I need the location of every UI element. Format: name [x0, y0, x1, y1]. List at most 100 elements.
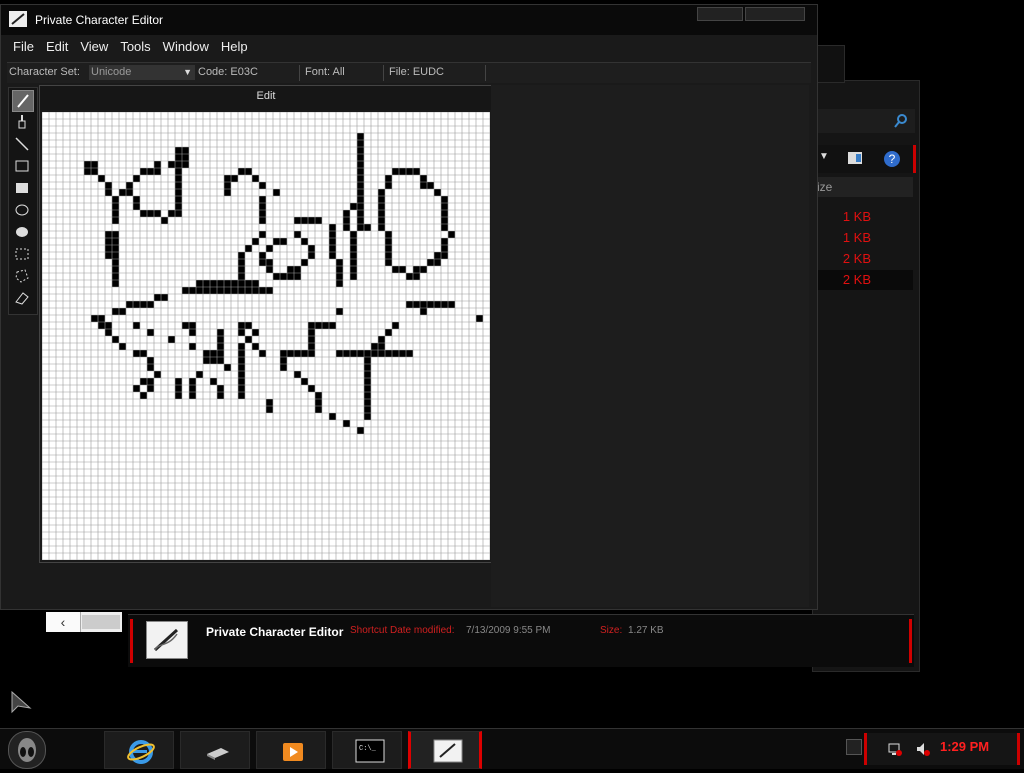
filled-pixel[interactable] — [413, 273, 420, 280]
filled-pixel[interactable] — [196, 280, 203, 287]
filled-pixel[interactable] — [126, 301, 133, 308]
filled-pixel[interactable] — [175, 385, 182, 392]
filled-pixel[interactable] — [266, 287, 273, 294]
filled-pixel[interactable] — [154, 168, 161, 175]
filled-pixel[interactable] — [189, 378, 196, 385]
filled-pixel[interactable] — [392, 266, 399, 273]
filled-pixel[interactable] — [252, 343, 259, 350]
title-bar[interactable]: Private Character Editor — [1, 5, 817, 35]
filled-pixel[interactable] — [259, 287, 266, 294]
menu-help[interactable]: Help — [215, 35, 254, 59]
character-set-select[interactable]: Unicode ▼ — [89, 65, 195, 80]
filled-pixel[interactable] — [350, 259, 357, 266]
brush-icon[interactable] — [12, 112, 32, 132]
filled-pixel[interactable] — [238, 385, 245, 392]
filled-pixel[interactable] — [441, 224, 448, 231]
filled-pixel[interactable] — [287, 273, 294, 280]
filled-pixel[interactable] — [434, 252, 441, 259]
filled-pixel[interactable] — [175, 203, 182, 210]
filled-pixel[interactable] — [336, 266, 343, 273]
filled-pixel[interactable] — [154, 371, 161, 378]
filled-pixel[interactable] — [259, 252, 266, 259]
filled-pixel[interactable] — [378, 217, 385, 224]
filled-pixel[interactable] — [287, 266, 294, 273]
filled-pixel[interactable] — [161, 294, 168, 301]
filled-pixel[interactable] — [154, 210, 161, 217]
filled-pixel[interactable] — [329, 252, 336, 259]
filled-pixel[interactable] — [294, 231, 301, 238]
filled-pixel[interactable] — [329, 245, 336, 252]
filled-pixel[interactable] — [112, 259, 119, 266]
taskbar-window-switcher[interactable] — [180, 731, 250, 769]
filled-pixel[interactable] — [357, 224, 364, 231]
filled-pixel[interactable] — [357, 168, 364, 175]
filled-pixel[interactable] — [350, 273, 357, 280]
filled-pixel[interactable] — [112, 245, 119, 252]
filled-pixel[interactable] — [217, 329, 224, 336]
filled-pixel[interactable] — [448, 231, 455, 238]
filled-pixel[interactable] — [308, 350, 315, 357]
filled-pixel[interactable] — [98, 322, 105, 329]
filled-pixel[interactable] — [434, 301, 441, 308]
filled-pixel[interactable] — [182, 161, 189, 168]
filled-pixel[interactable] — [168, 210, 175, 217]
filled-pixel[interactable] — [252, 287, 259, 294]
filled-pixel[interactable] — [147, 210, 154, 217]
filled-pixel[interactable] — [189, 385, 196, 392]
filled-pixel[interactable] — [301, 259, 308, 266]
filled-pixel[interactable] — [350, 252, 357, 259]
filled-pixel[interactable] — [140, 301, 147, 308]
filled-pixel[interactable] — [280, 364, 287, 371]
filled-pixel[interactable] — [301, 238, 308, 245]
filled-pixel[interactable] — [112, 238, 119, 245]
filled-pixel[interactable] — [252, 175, 259, 182]
filled-pixel[interactable] — [147, 378, 154, 385]
filled-pixel[interactable] — [259, 350, 266, 357]
filled-pixel[interactable] — [105, 329, 112, 336]
filled-pixel[interactable] — [287, 350, 294, 357]
filled-pixel[interactable] — [420, 266, 427, 273]
filled-pixel[interactable] — [133, 175, 140, 182]
filled-pixel[interactable] — [91, 161, 98, 168]
menu-edit[interactable]: Edit — [40, 35, 74, 59]
filled-pixel[interactable] — [182, 287, 189, 294]
filled-pixel[interactable] — [112, 280, 119, 287]
filled-pixel[interactable] — [378, 189, 385, 196]
filled-pixel[interactable] — [126, 182, 133, 189]
filled-pixel[interactable] — [147, 385, 154, 392]
filled-pixel[interactable] — [119, 343, 126, 350]
filled-pixel[interactable] — [189, 287, 196, 294]
character-grid[interactable] — [42, 112, 490, 560]
start-button[interactable] — [8, 731, 46, 769]
filled-pixel[interactable] — [133, 301, 140, 308]
filled-pixel[interactable] — [280, 350, 287, 357]
filled-pixel[interactable] — [441, 210, 448, 217]
filled-pixel[interactable] — [378, 343, 385, 350]
filled-pixel[interactable] — [105, 182, 112, 189]
filled-pixel[interactable] — [168, 336, 175, 343]
filled-pixel[interactable] — [378, 336, 385, 343]
menu-view[interactable]: View — [74, 35, 114, 59]
filled-pixel[interactable] — [112, 196, 119, 203]
filled-pixel[interactable] — [238, 329, 245, 336]
filled-pixel[interactable] — [343, 420, 350, 427]
filled-pixel[interactable] — [245, 280, 252, 287]
filled-pixel[interactable] — [217, 287, 224, 294]
search-icon[interactable] — [893, 113, 909, 129]
filled-pixel[interactable] — [357, 154, 364, 161]
filled-pixel[interactable] — [105, 189, 112, 196]
taskbar-command-prompt[interactable]: C:\_ — [332, 731, 402, 769]
filled-pixel[interactable] — [357, 133, 364, 140]
filled-pixel[interactable] — [217, 392, 224, 399]
file-row-selected[interactable]: 2 KB — [813, 270, 913, 290]
filled-pixel[interactable] — [441, 196, 448, 203]
filled-pixel[interactable] — [441, 217, 448, 224]
filled-pixel[interactable] — [189, 343, 196, 350]
filled-pixel[interactable] — [308, 245, 315, 252]
filled-pixel[interactable] — [427, 259, 434, 266]
filled-pixel[interactable] — [378, 350, 385, 357]
filled-pixel[interactable] — [308, 336, 315, 343]
file-row[interactable]: 1 KB — [813, 228, 913, 248]
filled-pixel[interactable] — [357, 182, 364, 189]
filled-pixel[interactable] — [238, 168, 245, 175]
